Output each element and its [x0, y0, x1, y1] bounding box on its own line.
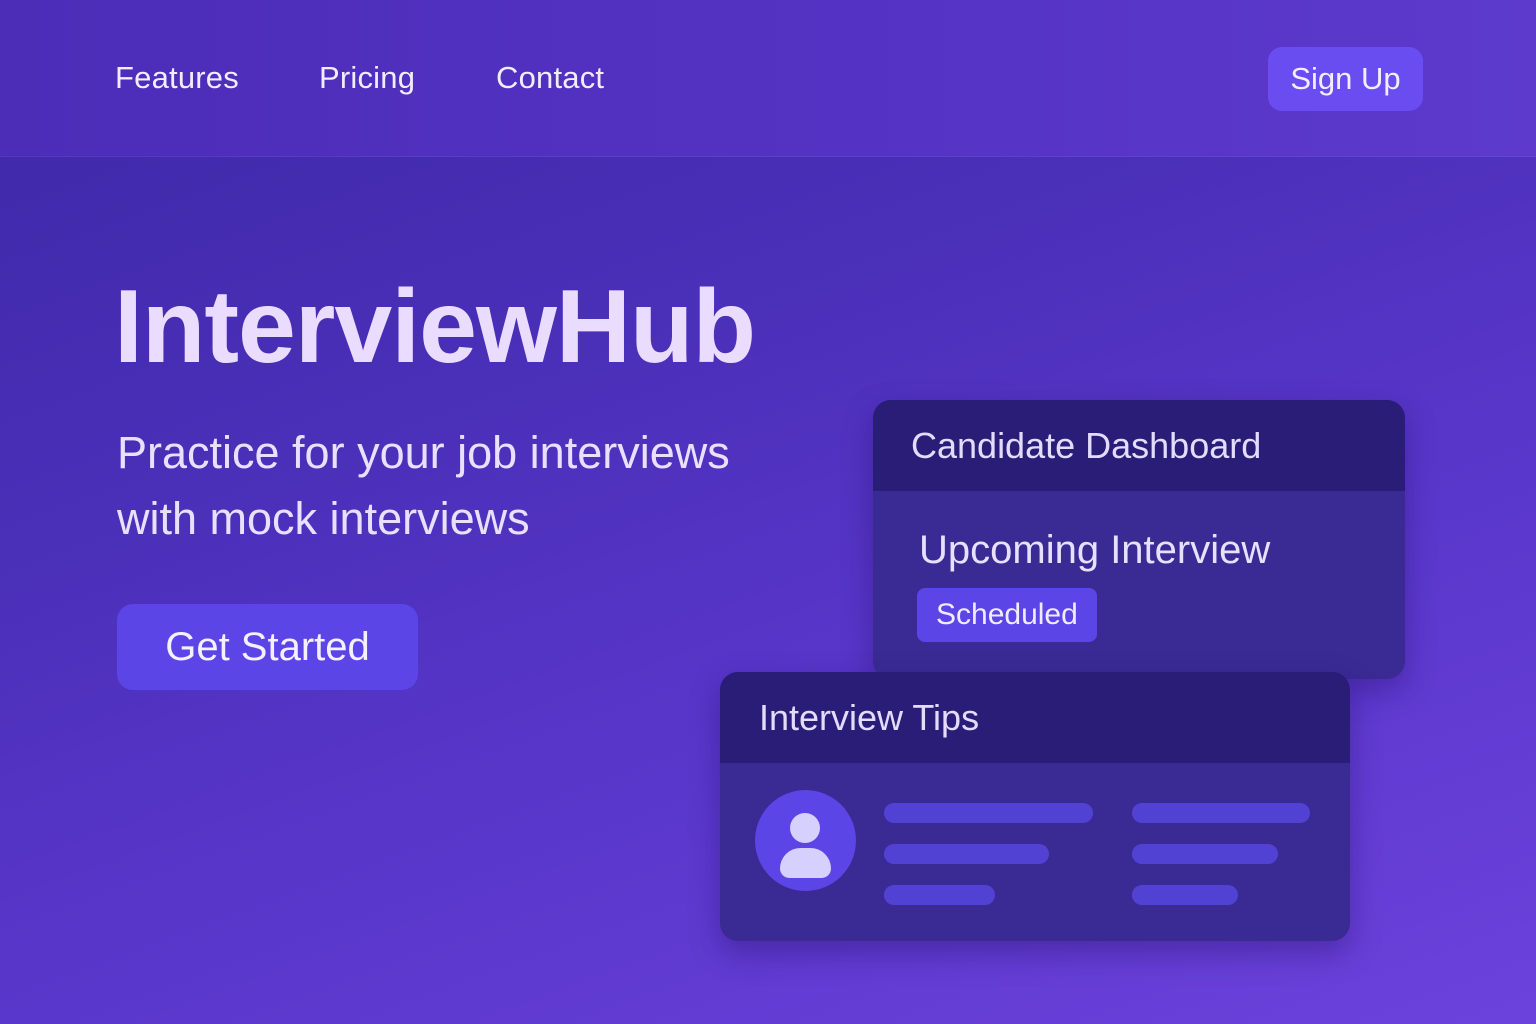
tips-card-header: Interview Tips	[720, 672, 1350, 763]
user-icon	[755, 790, 856, 891]
dashboard-card-header: Candidate Dashboard	[873, 400, 1405, 491]
tips-card-title: Interview Tips	[759, 696, 980, 738]
placeholder-text-line	[1132, 844, 1278, 864]
candidate-dashboard-card: Candidate Dashboard Upcoming Interview S…	[873, 400, 1405, 679]
dashboard-card-title: Candidate Dashboard	[911, 424, 1262, 466]
nav-link-contact[interactable]: Contact	[496, 60, 604, 96]
nav-link-features[interactable]: Features	[115, 60, 239, 96]
placeholder-text-line	[1132, 885, 1238, 905]
avatar-body-shape	[780, 848, 831, 878]
hero-subtitle: Practice for your job interviews with mo…	[117, 427, 730, 544]
placeholder-text-line	[884, 803, 1093, 823]
placeholder-text-line	[884, 885, 995, 905]
top-nav-bar: Features Pricing Contact Sign Up	[0, 0, 1536, 157]
nav-link-pricing[interactable]: Pricing	[319, 60, 415, 96]
placeholder-text-line	[884, 844, 1049, 864]
upcoming-interview-heading: Upcoming Interview	[919, 528, 1271, 572]
placeholder-text-line	[1132, 803, 1310, 823]
hero-title: InterviewHub	[114, 269, 756, 385]
sign-up-button[interactable]: Sign Up	[1268, 47, 1423, 111]
avatar-head-shape	[790, 813, 820, 843]
status-badge: Scheduled	[917, 588, 1097, 642]
get-started-button[interactable]: Get Started	[117, 604, 418, 690]
interview-tips-card: Interview Tips	[720, 672, 1350, 941]
